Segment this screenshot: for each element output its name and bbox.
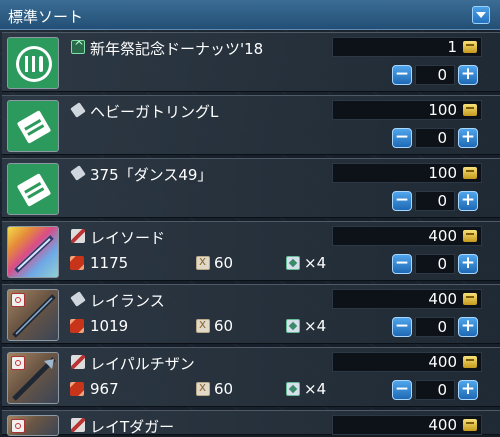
slot-icon: [286, 256, 300, 270]
requirement-icon: [196, 317, 210, 333]
quantity-stepper: − 0 +: [392, 191, 478, 213]
partisan-icon: [71, 355, 85, 369]
requirement-icon: [196, 254, 210, 270]
meseta-icon: [463, 104, 477, 116]
lance-weapon-icon: [7, 289, 59, 341]
price-display: 400: [332, 289, 482, 309]
increase-button[interactable]: +: [458, 191, 478, 211]
list-item[interactable]: ヘビーガトリングL 100 − 0 +: [2, 95, 500, 155]
decrease-button[interactable]: −: [392, 380, 412, 400]
attack-icon: [70, 382, 84, 396]
quantity-stepper: − 0 +: [392, 65, 478, 87]
attack-icon: [70, 256, 84, 270]
quantity-field[interactable]: 0: [415, 128, 455, 148]
tag-icon: [70, 165, 86, 181]
decrease-button[interactable]: −: [392, 128, 412, 148]
quantity-field[interactable]: 0: [415, 191, 455, 211]
increase-button[interactable]: +: [458, 128, 478, 148]
quantity-stepper: − 0 +: [392, 317, 478, 339]
item-name: レイパルチザン: [90, 355, 195, 373]
requirement-icon: [196, 380, 210, 396]
quantity-field[interactable]: 0: [415, 65, 455, 85]
item-name: 375「ダンス49」: [90, 166, 213, 184]
meseta-icon: [463, 419, 477, 431]
ticket-icon: [7, 100, 59, 152]
price-display: 1: [332, 37, 482, 57]
sort-header[interactable]: 標準ソート: [0, 0, 500, 30]
list-item[interactable]: レイTダガー 400: [2, 410, 500, 436]
dagger-icon: [71, 418, 85, 432]
slot-icon: [286, 382, 300, 396]
food-icon: [7, 37, 59, 89]
lock-badge-icon: [11, 293, 25, 307]
increase-button[interactable]: +: [458, 254, 478, 274]
increase-button[interactable]: +: [458, 317, 478, 337]
list-item[interactable]: レイパルチザン 400 967 60 ×4 − 0 +: [2, 347, 500, 407]
decrease-button[interactable]: −: [392, 191, 412, 211]
price-display: 100: [332, 100, 482, 120]
list-item[interactable]: 新年祭記念ドーナッツ'18 1 − 0 +: [2, 32, 500, 92]
lance-icon: [70, 291, 86, 307]
item-price: 1: [447, 38, 457, 56]
meseta-icon: [463, 230, 477, 242]
increase-button[interactable]: +: [458, 65, 478, 85]
item-price: 400: [428, 290, 457, 308]
slot-icon: [286, 319, 300, 333]
meseta-icon: [463, 293, 477, 305]
decrease-button[interactable]: −: [392, 254, 412, 274]
attack-value: 1019: [90, 317, 129, 335]
list-item[interactable]: レイランス 400 1019 60 ×4 − 0 +: [2, 284, 500, 344]
item-name: レイTダガー: [90, 418, 175, 436]
item-name: レイランス: [90, 292, 165, 310]
item-name: 新年祭記念ドーナッツ'18: [90, 40, 264, 58]
decrease-button[interactable]: −: [392, 65, 412, 85]
decrease-button[interactable]: −: [392, 317, 412, 337]
item-price: 400: [428, 353, 457, 371]
partisan-weapon-icon: [7, 352, 59, 404]
slot-count: ×4: [304, 380, 327, 398]
sort-label: 標準ソート: [8, 8, 84, 26]
rare-icon: [71, 39, 85, 54]
item-price: 100: [428, 164, 457, 182]
quantity-field[interactable]: 0: [415, 380, 455, 400]
price-display: 400: [332, 415, 482, 435]
item-name: ヘビーガトリングL: [90, 103, 219, 121]
lock-badge-icon: [11, 419, 25, 433]
quantity-stepper: − 0 +: [392, 128, 478, 150]
price-display: 100: [332, 163, 482, 183]
ticket-icon: [7, 163, 59, 215]
list-item[interactable]: 375「ダンス49」 100 − 0 +: [2, 158, 500, 218]
meseta-icon: [463, 356, 477, 368]
attack-value: 1175: [90, 254, 129, 272]
attack-icon: [70, 319, 84, 333]
slot-count: ×4: [304, 254, 327, 272]
dropdown-arrow-icon[interactable]: [472, 6, 490, 24]
quantity-stepper: − 0 +: [392, 380, 478, 402]
lock-badge-icon: [11, 356, 25, 370]
item-price: 400: [428, 416, 457, 434]
attack-value: 967: [90, 380, 119, 398]
increase-button[interactable]: +: [458, 380, 478, 400]
dagger-weapon-icon: [7, 415, 59, 436]
meseta-icon: [463, 167, 477, 179]
tag-icon: [70, 102, 86, 118]
quantity-field[interactable]: 0: [415, 317, 455, 337]
price-display: 400: [332, 352, 482, 372]
sword-icon: [71, 229, 85, 243]
item-price: 400: [428, 227, 457, 245]
item-name: レイソード: [90, 229, 166, 247]
price-display: 400: [332, 226, 482, 246]
quantity-stepper: − 0 +: [392, 254, 478, 276]
quantity-field[interactable]: 0: [415, 254, 455, 274]
sword-weapon-icon: [7, 226, 59, 278]
requirement-value: 60: [214, 317, 234, 335]
requirement-value: 60: [214, 254, 234, 272]
slot-count: ×4: [304, 317, 327, 335]
list-item[interactable]: レイソード 400 1175 60 ×4 − 0 +: [2, 221, 500, 281]
item-price: 100: [428, 101, 457, 119]
requirement-value: 60: [214, 380, 234, 398]
meseta-icon: [463, 41, 477, 53]
